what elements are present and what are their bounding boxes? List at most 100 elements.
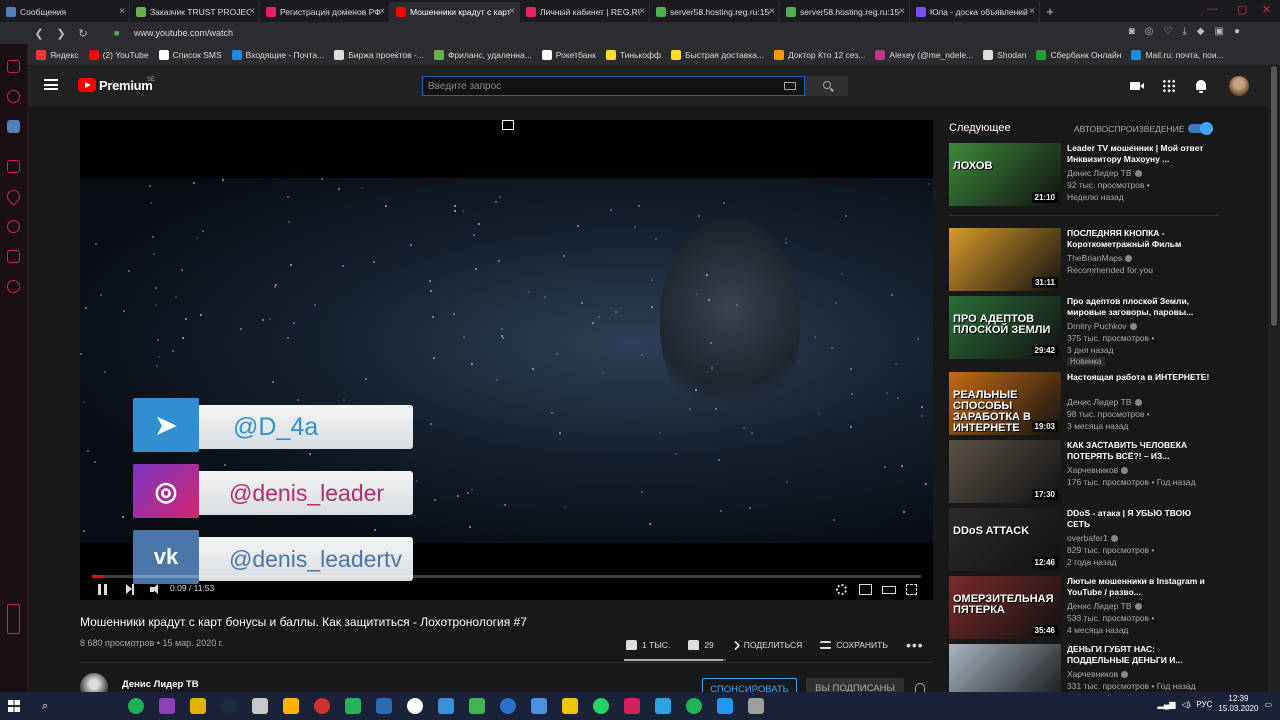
video-thumbnail[interactable]: ПРО АДЕПТОВ ПЛОСКОЙ ЗЕМЛИ 29:42 bbox=[949, 296, 1061, 359]
recommendation-channel[interactable]: Dmitry Puchkov bbox=[1067, 321, 1137, 331]
bookmark-item[interactable]: Фриланс, удаленна... bbox=[433, 49, 532, 60]
recommendation-item[interactable]: 17:30 КАК ЗАСТАВИТЬ ЧЕЛОВЕКА ПОТЕРЯТЬ ВСЁ… bbox=[949, 440, 1219, 504]
recommendation-channel[interactable]: TheBrianMaps bbox=[1067, 253, 1133, 263]
progress-bar[interactable] bbox=[92, 575, 921, 578]
messenger-icon[interactable] bbox=[7, 90, 20, 103]
download-icon[interactable]: ⤓ bbox=[1182, 26, 1186, 37]
fullscreen-icon[interactable] bbox=[906, 584, 917, 595]
create-video-icon[interactable] bbox=[1130, 82, 1144, 90]
browser-tab[interactable]: Мошенники крадут с карт × bbox=[390, 2, 520, 22]
recommendation-channel[interactable]: Денис Лидер ТВ bbox=[1067, 168, 1142, 178]
notifications-icon[interactable]: ▭ bbox=[1264, 700, 1272, 709]
tab-close-icon[interactable]: × bbox=[119, 6, 125, 17]
camera-icon[interactable]: ◙ bbox=[1129, 26, 1135, 37]
taskbar-app-icon[interactable] bbox=[686, 698, 702, 714]
search-icon[interactable]: ⌕ bbox=[42, 700, 48, 713]
tab-close-icon[interactable]: × bbox=[639, 6, 645, 17]
forward-icon[interactable]: ❯ bbox=[50, 27, 72, 40]
bookmark-item[interactable]: Список SMS bbox=[158, 49, 222, 60]
network-icon[interactable]: ▂▄▆ bbox=[1158, 700, 1176, 709]
bookmark-item[interactable]: Mail.ru: почта, пои... bbox=[1131, 49, 1224, 60]
browser-tab[interactable]: Заказчик TRUST PROJECT × bbox=[130, 2, 260, 22]
bookmark-item[interactable]: Тинькофф bbox=[605, 49, 661, 60]
bookmark-item[interactable]: (2) YouTube bbox=[88, 49, 149, 60]
tab-close-icon[interactable]: × bbox=[899, 6, 905, 17]
recommendation-title[interactable]: ПОСЛЕДНЯЯ КНОПКА - Короткометражный Филь… bbox=[1067, 228, 1215, 250]
apps-icon[interactable] bbox=[1162, 79, 1176, 93]
save-button[interactable]: СОХРАНИТЬ bbox=[820, 640, 888, 650]
extensions-icon[interactable] bbox=[7, 250, 20, 263]
heart-icon[interactable]: ♡ bbox=[1163, 26, 1172, 37]
logo-text[interactable]: Premium bbox=[99, 78, 153, 93]
bookmark-item[interactable]: Рокетбанк bbox=[541, 49, 596, 60]
bookmark-item[interactable]: Яндекс bbox=[36, 49, 79, 60]
taskbar-app-icon[interactable] bbox=[407, 698, 423, 714]
tab-close-icon[interactable]: × bbox=[769, 6, 775, 17]
taskbar-app-icon[interactable] bbox=[748, 698, 764, 714]
menu-icon[interactable] bbox=[44, 79, 58, 90]
tab-close-icon[interactable]: × bbox=[249, 6, 255, 17]
browser-tab[interactable]: server58.hosting.reg.ru:150 × bbox=[780, 2, 910, 22]
youtube-logo-icon[interactable] bbox=[78, 78, 96, 92]
pip-icon[interactable] bbox=[502, 120, 514, 130]
video-thumbnail[interactable]: ЛОХОВ 21:10 bbox=[949, 143, 1061, 206]
bookmark-item[interactable]: Биржа проектов -... bbox=[334, 49, 424, 60]
video-thumbnail[interactable]: 31:11 bbox=[949, 228, 1061, 291]
browser-tab[interactable]: Юла - доска объявлений × bbox=[910, 2, 1040, 22]
vpn-icon[interactable]: ◆ bbox=[1197, 26, 1205, 37]
scroll-thumb[interactable] bbox=[1271, 66, 1277, 326]
messenger-icon[interactable] bbox=[7, 60, 20, 73]
recommendation-channel[interactable]: Денис Лидер ТВ bbox=[1067, 397, 1142, 407]
recommendation-item[interactable]: DDoS ATTACK 12:46 DDoS - атака | Я УБЬЮ ТВ… bbox=[949, 508, 1219, 572]
next-icon[interactable] bbox=[126, 584, 134, 595]
dislike-button[interactable]: 29 bbox=[688, 640, 714, 650]
bookmark-item[interactable]: Сбербанк Онлайн bbox=[1036, 49, 1121, 60]
heart-icon[interactable] bbox=[4, 187, 23, 206]
autoplay-toggle[interactable] bbox=[1188, 122, 1213, 135]
speed-dial-icon[interactable] bbox=[7, 160, 20, 173]
recommendation-item[interactable]: РЕАЛЬНЫЕ СПОСОБЫ ЗАРАБОТКА В ИНТЕРНЕТЕ 19… bbox=[949, 372, 1219, 436]
recommendation-title[interactable]: КАК ЗАСТАВИТЬ ЧЕЛОВЕКА ПОТЕРЯТЬ ВСЁ?! – … bbox=[1067, 440, 1215, 462]
taskbar-app-icon[interactable] bbox=[500, 698, 516, 714]
video-thumbnail[interactable]: 17:30 bbox=[949, 440, 1061, 503]
browser-tab[interactable]: Сообщения × bbox=[0, 2, 130, 22]
taskbar-app-icon[interactable] bbox=[624, 698, 640, 714]
taskbar-app-icon[interactable] bbox=[531, 698, 547, 714]
minimize-button[interactable]: — bbox=[1207, 3, 1218, 15]
bookmark-item[interactable]: Shodan bbox=[983, 49, 1026, 60]
like-button[interactable]: 1 ТЫС. bbox=[626, 640, 670, 650]
clock[interactable]: 12:39 15.03.2020 bbox=[1218, 694, 1258, 714]
recommendation-title[interactable]: Лютые мошенники в Instagram и YouTube / … bbox=[1067, 576, 1215, 598]
browser-tab[interactable]: Личный кабинет | REG.RU × bbox=[520, 2, 650, 22]
recommendation-title[interactable]: Leader TV мошенник | Мой ответ Инквизито… bbox=[1067, 143, 1215, 165]
taskbar-app-icon[interactable] bbox=[283, 698, 299, 714]
taskbar-app-icon[interactable] bbox=[593, 698, 609, 714]
reload-icon[interactable]: ↻ bbox=[72, 27, 94, 40]
taskbar-app-icon[interactable] bbox=[562, 698, 578, 714]
recommendation-title[interactable]: ДЕНЬГИ ГУБЯТ НАС: ПОДДЕЛЬНЫЕ ДЕНЬГИ И... bbox=[1067, 644, 1215, 666]
taskbar-app-icon[interactable] bbox=[128, 698, 144, 714]
bookmark-item[interactable]: Входящие - Почта... bbox=[231, 49, 324, 60]
recommendation-channel[interactable]: Денис Лидер ТВ bbox=[1067, 601, 1142, 611]
history-icon[interactable] bbox=[7, 220, 20, 233]
taskbar-app-icon[interactable] bbox=[345, 698, 361, 714]
pause-icon[interactable] bbox=[98, 584, 107, 595]
bookmark-item[interactable]: Быстрая доставка... bbox=[671, 49, 764, 60]
keyboard-icon[interactable] bbox=[784, 82, 796, 90]
back-icon[interactable]: ❮ bbox=[28, 27, 50, 40]
taskbar-app-icon[interactable] bbox=[190, 698, 206, 714]
recommendation-item[interactable]: ЛОХОВ 21:10 Leader TV мошенник | Мой ответ… bbox=[949, 143, 1219, 207]
taskbar-app-icon[interactable] bbox=[221, 698, 237, 714]
new-tab-icon[interactable]: + bbox=[1040, 2, 1060, 22]
volume-icon[interactable] bbox=[150, 584, 160, 595]
browser-tab[interactable]: server58.hosting.reg.ru:150 × bbox=[650, 2, 780, 22]
tab-close-icon[interactable]: × bbox=[509, 6, 515, 17]
recommendation-item[interactable]: ОМЕРЗИТЕЛЬНАЯ ПЯТЕРКА 35:46 Лютые мошенник… bbox=[949, 576, 1219, 640]
recommendation-item[interactable]: 31:11 ПОСЛЕДНЯЯ КНОПКА - Короткометражный… bbox=[949, 228, 1219, 292]
windows-start-icon[interactable] bbox=[8, 700, 20, 712]
more-actions-icon[interactable]: ••• bbox=[906, 637, 924, 653]
recommendation-channel[interactable]: Харчевников bbox=[1067, 669, 1129, 679]
video-thumbnail[interactable]: DDoS ATTACK 12:46 bbox=[949, 508, 1061, 571]
volume-icon[interactable]: ◁) bbox=[1182, 700, 1191, 709]
settings-icon[interactable] bbox=[7, 280, 20, 293]
